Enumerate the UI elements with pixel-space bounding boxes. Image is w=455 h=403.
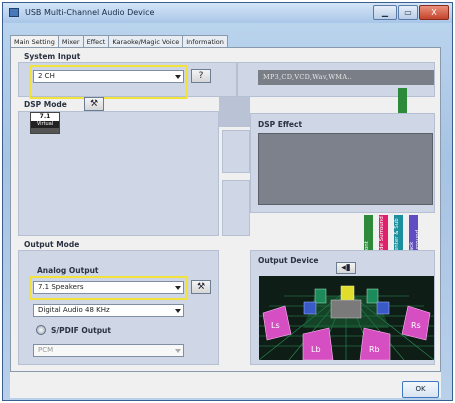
dsp-effect-display (258, 133, 433, 205)
badge-71-text: 7.1 (39, 113, 51, 120)
dsp-effect-heading: DSP Effect (258, 120, 303, 129)
dropdown-arrow-icon (175, 309, 181, 313)
window-title: USB Multi-Channel Audio Device (25, 8, 155, 17)
speaker-test-button[interactable]: ◂▮ (336, 262, 356, 274)
spdif-format-select[interactable]: PCM (33, 344, 184, 357)
input-formats-display: MP3,CD,VCD,Wav,WMA.. (258, 70, 434, 85)
connector-panel-1 (222, 130, 250, 173)
dsp-mode-settings-button[interactable]: ⚒ (84, 97, 104, 111)
system-input-heading: System Input (24, 52, 81, 61)
help-button[interactable]: ? (191, 69, 211, 83)
spdif-output-label: S/PDIF Output (51, 326, 111, 335)
spdif-output-radio[interactable] (36, 325, 46, 335)
app-icon (9, 8, 19, 17)
close-button[interactable]: X (419, 5, 449, 20)
speaker-rb-label: Rb (369, 345, 380, 354)
maximize-button[interactable]: ▭ (398, 5, 418, 20)
analog-output-label: Analog Output (37, 266, 99, 275)
badge-stripe (31, 128, 59, 133)
speaker-room-graphic: Ls Rs Lb Rb (259, 276, 434, 360)
speaker-lb-label: Lb (311, 345, 321, 354)
speaker-ls-label: Ls (271, 321, 280, 330)
wrench-icon: ⚒ (196, 282, 206, 292)
connector-panel-2 (222, 180, 250, 236)
dsp-mode-heading: DSP Mode (24, 100, 67, 109)
dropdown-arrow-icon (175, 349, 181, 353)
speaker-room-scene: Ls Rs Lb Rb (259, 276, 434, 360)
virtual-71-badge: 7.1 Virtual (30, 112, 60, 134)
highlight-system-input (29, 65, 188, 99)
analog-output-settings-button[interactable]: ⚒ (191, 280, 211, 294)
digital-audio-select[interactable]: Digital Audio 48 KHz (33, 304, 184, 317)
title-bar: USB Multi-Channel Audio Device ▁ ▭ X (3, 3, 452, 23)
wrench-icon: ⚒ (89, 99, 99, 109)
output-device-heading: Output Device (258, 256, 319, 265)
badge-virtual-text: Virtual (31, 121, 59, 128)
spdif-format-value: PCM (38, 346, 54, 354)
speaker-rs-label: Rs (411, 321, 421, 330)
minimize-button[interactable]: ▁ (373, 5, 397, 20)
level-bars-icon: ◂▮ (341, 263, 351, 273)
output-mode-heading: Output Mode (24, 240, 80, 249)
dialog-footer (10, 372, 441, 398)
ok-button[interactable]: OK (402, 381, 439, 398)
connector-shade (219, 97, 250, 127)
digital-audio-value: Digital Audio 48 KHz (38, 306, 110, 314)
highlight-analog-output (29, 276, 188, 300)
